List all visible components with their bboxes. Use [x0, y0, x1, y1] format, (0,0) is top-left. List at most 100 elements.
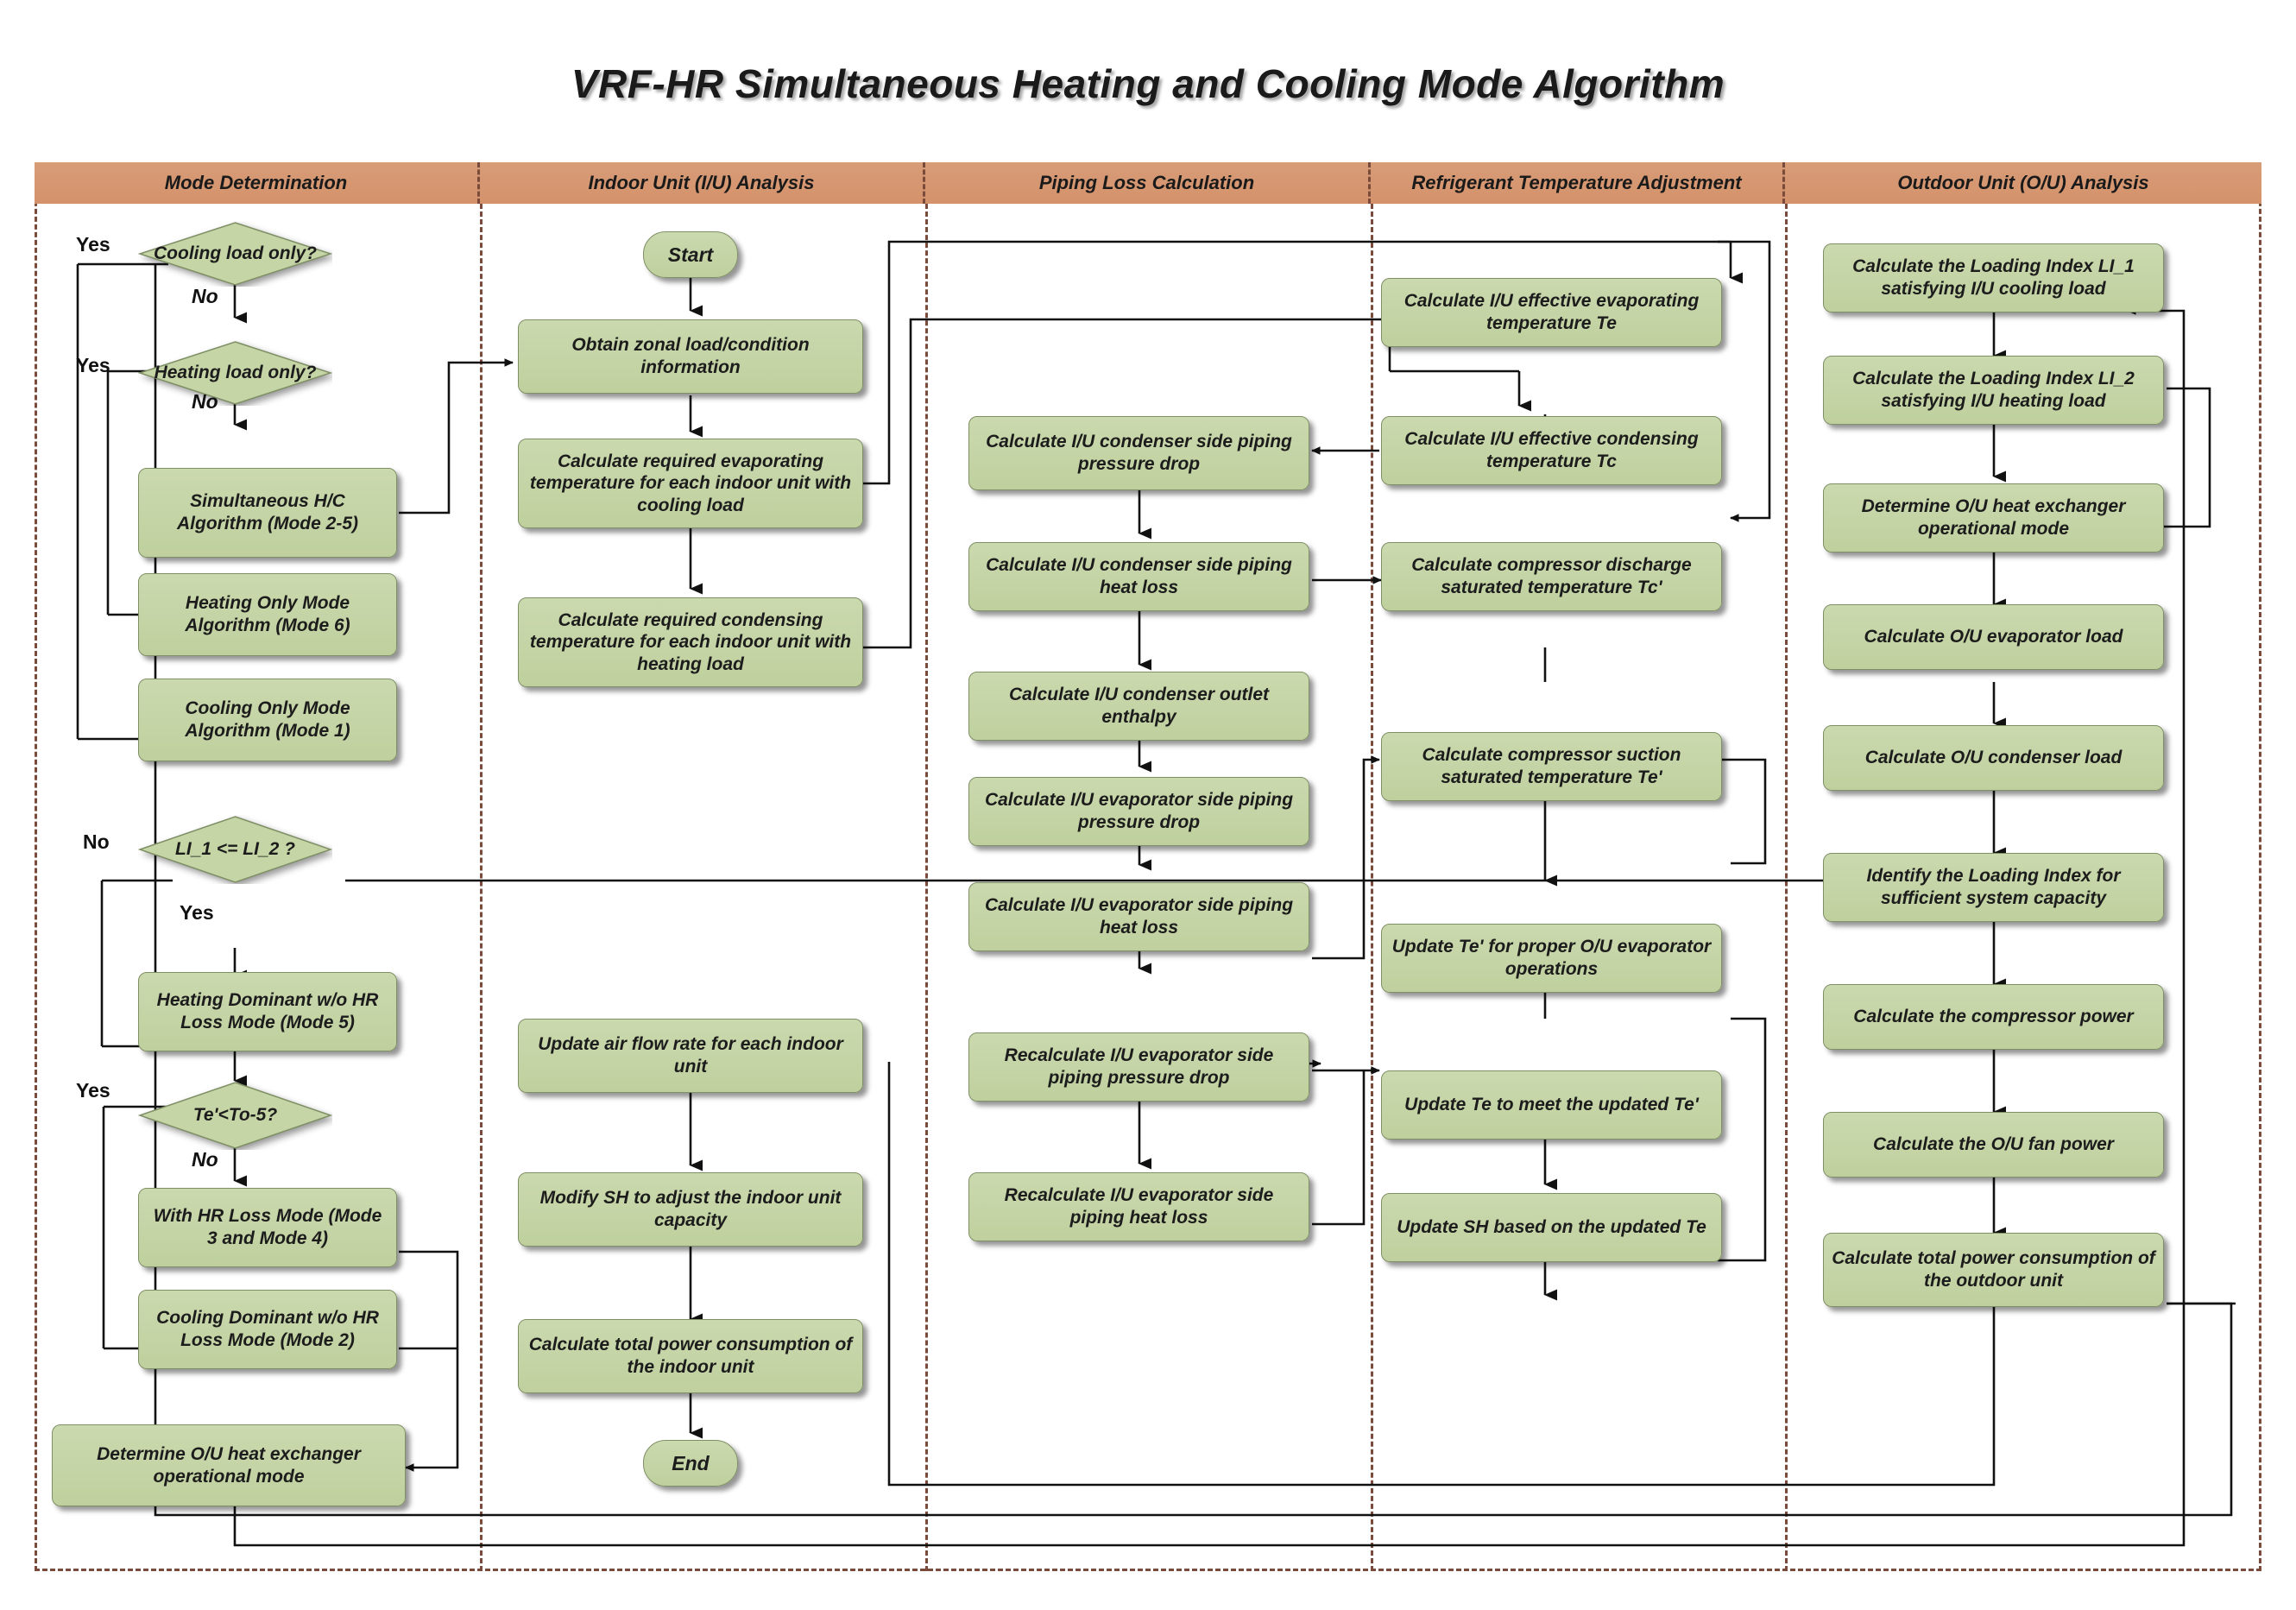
decision-te-lt-to5[interactable]: Te'<To-5? [138, 1081, 332, 1150]
node-label: Determine O/U heat exchanger operational… [1861, 496, 2126, 539]
lane-header-mode: Mode Determination [35, 162, 480, 204]
node-label: Recalculate I/U evaporator side piping h… [1004, 1185, 1274, 1228]
node-label: End [672, 1451, 710, 1474]
node-simultaneous-hc-algorithm[interactable]: Simultaneous H/C Algorithm (Mode 2-5) [138, 468, 397, 558]
node-cooling-dominant-mode2[interactable]: Cooling Dominant w/o HR Loss Mode (Mode … [138, 1290, 397, 1369]
node-calc-total-power-indoor[interactable]: Calculate total power consumption of the… [518, 1319, 863, 1393]
swimlane-header-row: Mode Determination Indoor Unit (I/U) Ana… [35, 162, 2261, 204]
node-determine-ou-mode-left[interactable]: Determine O/U heat exchanger operational… [52, 1424, 406, 1506]
decision-heating-load-only[interactable]: Heating load only? [138, 340, 332, 406]
node-label: Calculate the O/U fan power [1873, 1134, 2114, 1155]
node-label: Calculate I/U condenser side piping pres… [986, 432, 1292, 474]
node-update-te-prime[interactable]: Update Te' for proper O/U evaporator ope… [1381, 924, 1722, 993]
node-label: Calculate required evaporating temperatu… [529, 451, 852, 515]
node-calc-total-power-outdoor[interactable]: Calculate total power consumption of the… [1823, 1233, 2164, 1307]
node-with-hr-loss-mode34[interactable]: With HR Loss Mode (Mode 3 and Mode 4) [138, 1188, 397, 1267]
node-recalc-evap-pressure-drop[interactable]: Recalculate I/U evaporator side piping p… [968, 1032, 1309, 1102]
label-li-no: No [83, 830, 110, 853]
page-title: VRF-HR Simultaneous Heating and Cooling … [571, 61, 1725, 106]
lane-header-piping: Piping Loss Calculation [925, 162, 1371, 204]
node-heating-dominant-mode5[interactable]: Heating Dominant w/o HR Loss Mode (Mode … [138, 972, 397, 1051]
decision-cooling-load-only[interactable]: Cooling load only? [138, 221, 332, 287]
node-label: Calculate the Loading Index LI_2 satisfy… [1852, 369, 2135, 411]
node-calc-ou-condenser-load[interactable]: Calculate O/U condenser load [1823, 725, 2164, 791]
node-calc-compressor-power[interactable]: Calculate the compressor power [1823, 984, 2164, 1050]
node-modify-sh[interactable]: Modify SH to adjust the indoor unit capa… [518, 1172, 863, 1247]
node-calc-loading-index-li1[interactable]: Calculate the Loading Index LI_1 satisfy… [1823, 243, 2164, 313]
node-heating-only-mode[interactable]: Heating Only Mode Algorithm (Mode 6) [138, 573, 397, 656]
lane-divider-3 [1371, 204, 1373, 1571]
node-cond-side-heat-loss[interactable]: Calculate I/U condenser side piping heat… [968, 542, 1309, 611]
lane-divider-2 [925, 204, 928, 1571]
node-label: Update air flow rate for each indoor uni… [538, 1034, 843, 1076]
lane-header-outdoor: Outdoor Unit (O/U) Analysis [1785, 162, 2261, 204]
node-label: Calculate the compressor power [1853, 1007, 2134, 1027]
node-label: Modify SH to adjust the indoor unit capa… [539, 1188, 842, 1230]
node-label: Calculate I/U condenser outlet enthalpy [1008, 685, 1270, 727]
label-heating-no: No [192, 390, 218, 413]
node-label: Determine O/U heat exchanger operational… [97, 1443, 361, 1487]
decision-li1-le-li2[interactable]: LI_1 <= LI_2 ? [138, 815, 332, 884]
node-cond-side-pressure-drop[interactable]: Calculate I/U condenser side piping pres… [968, 416, 1309, 490]
node-label: Calculate required condensing temperatur… [529, 609, 852, 674]
lane-divider-1 [480, 204, 483, 1571]
decision-li-label: LI_1 <= LI_2 ? [175, 839, 295, 860]
node-label: Update Te to meet the updated Te' [1404, 1095, 1699, 1115]
label-te-no: No [192, 1148, 218, 1171]
node-label: Calculate I/U effective evaporating temp… [1403, 291, 1700, 333]
node-label: Calculate I/U condenser side piping heat… [986, 555, 1292, 597]
node-label: Calculate total power consumption of the… [528, 1335, 853, 1377]
label-li-yes: Yes [180, 901, 214, 924]
node-calc-required-evaporating-temp[interactable]: Calculate required evaporating temperatu… [518, 439, 863, 528]
node-calc-effective-evaporating-te[interactable]: Calculate I/U effective evaporating temp… [1381, 278, 1722, 347]
node-evap-side-pressure-drop[interactable]: Calculate I/U evaporator side piping pre… [968, 777, 1309, 846]
node-label: Recalculate I/U evaporator side piping p… [1004, 1045, 1274, 1088]
node-label: Update Te' for proper O/U evaporator ope… [1391, 937, 1712, 979]
decision-te-label: Te'<To-5? [192, 1105, 278, 1126]
node-calc-compressor-suction-te-prime[interactable]: Calculate compressor suction saturated t… [1381, 732, 1722, 801]
node-calc-effective-condensing-tc[interactable]: Calculate I/U effective condensing tempe… [1381, 416, 1722, 485]
node-calc-required-condensing-temp[interactable]: Calculate required condensing temperatur… [518, 597, 863, 687]
node-calc-loading-index-li2[interactable]: Calculate the Loading Index LI_2 satisfy… [1823, 356, 2164, 425]
node-label: Update SH based on the updated Te [1397, 1217, 1706, 1238]
node-label: With HR Loss Mode (Mode 3 and Mode 4) [153, 1206, 382, 1248]
node-label: Calculate I/U effective condensing tempe… [1404, 429, 1699, 471]
node-update-air-flow-rate[interactable]: Update air flow rate for each indoor uni… [518, 1019, 863, 1093]
node-calc-compressor-discharge-tc-prime[interactable]: Calculate compressor discharge saturated… [1381, 542, 1722, 611]
lane-header-indoor: Indoor Unit (I/U) Analysis [480, 162, 925, 204]
node-label: Calculate O/U condenser load [1864, 748, 2123, 768]
label-cooling-no: No [192, 285, 218, 307]
lane-divider-4 [1785, 204, 1788, 1571]
label-cooling-yes: Yes [76, 233, 110, 256]
decision-heating-label: Heating load only? [154, 363, 317, 383]
lane-header-refrigerant: Refrigerant Temperature Adjustment [1371, 162, 1785, 204]
node-identify-loading-index[interactable]: Identify the Loading Index for sufficien… [1823, 853, 2164, 922]
node-obtain-zonal-load[interactable]: Obtain zonal load/condition information [518, 319, 863, 394]
node-recalc-evap-heat-loss[interactable]: Recalculate I/U evaporator side piping h… [968, 1172, 1309, 1241]
node-calc-ou-fan-power[interactable]: Calculate the O/U fan power [1823, 1112, 2164, 1178]
node-label: Heating Dominant w/o HR Loss Mode (Mode … [156, 990, 379, 1032]
node-determine-ou-mode-right[interactable]: Determine O/U heat exchanger operational… [1823, 483, 2164, 552]
node-label: Calculate total power consumption of the… [1832, 1248, 2155, 1291]
node-label: Cooling Only Mode Algorithm (Mode 1) [185, 698, 350, 741]
node-label: Calculate O/U evaporator load [1864, 627, 2123, 647]
node-cooling-only-mode[interactable]: Cooling Only Mode Algorithm (Mode 1) [138, 679, 397, 761]
node-label: Calculate I/U evaporator side piping hea… [984, 895, 1294, 938]
node-calc-ou-evaporator-load[interactable]: Calculate O/U evaporator load [1823, 604, 2164, 670]
node-end[interactable]: End [643, 1440, 738, 1487]
decision-cooling-label: Cooling load only? [154, 243, 317, 264]
node-label: Start [667, 243, 714, 266]
node-label: Cooling Dominant w/o HR Loss Mode (Mode … [156, 1308, 379, 1350]
node-cond-outlet-enthalpy[interactable]: Calculate I/U condenser outlet enthalpy [968, 672, 1309, 741]
node-update-te[interactable]: Update Te to meet the updated Te' [1381, 1070, 1722, 1140]
node-label: Heating Only Mode Algorithm (Mode 6) [185, 593, 350, 635]
node-update-sh[interactable]: Update SH based on the updated Te [1381, 1193, 1722, 1262]
label-heating-yes: Yes [76, 354, 110, 376]
node-label: Calculate I/U evaporator side piping pre… [984, 790, 1294, 832]
node-evap-side-heat-loss[interactable]: Calculate I/U evaporator side piping hea… [968, 882, 1309, 951]
node-label: Calculate the Loading Index LI_1 satisfy… [1852, 256, 2135, 299]
node-start[interactable]: Start [643, 231, 738, 278]
node-label: Calculate compressor discharge saturated… [1411, 555, 1692, 597]
node-label: Identify the Loading Index for sufficien… [1866, 866, 2121, 908]
node-label: Simultaneous H/C Algorithm (Mode 2-5) [177, 491, 358, 534]
